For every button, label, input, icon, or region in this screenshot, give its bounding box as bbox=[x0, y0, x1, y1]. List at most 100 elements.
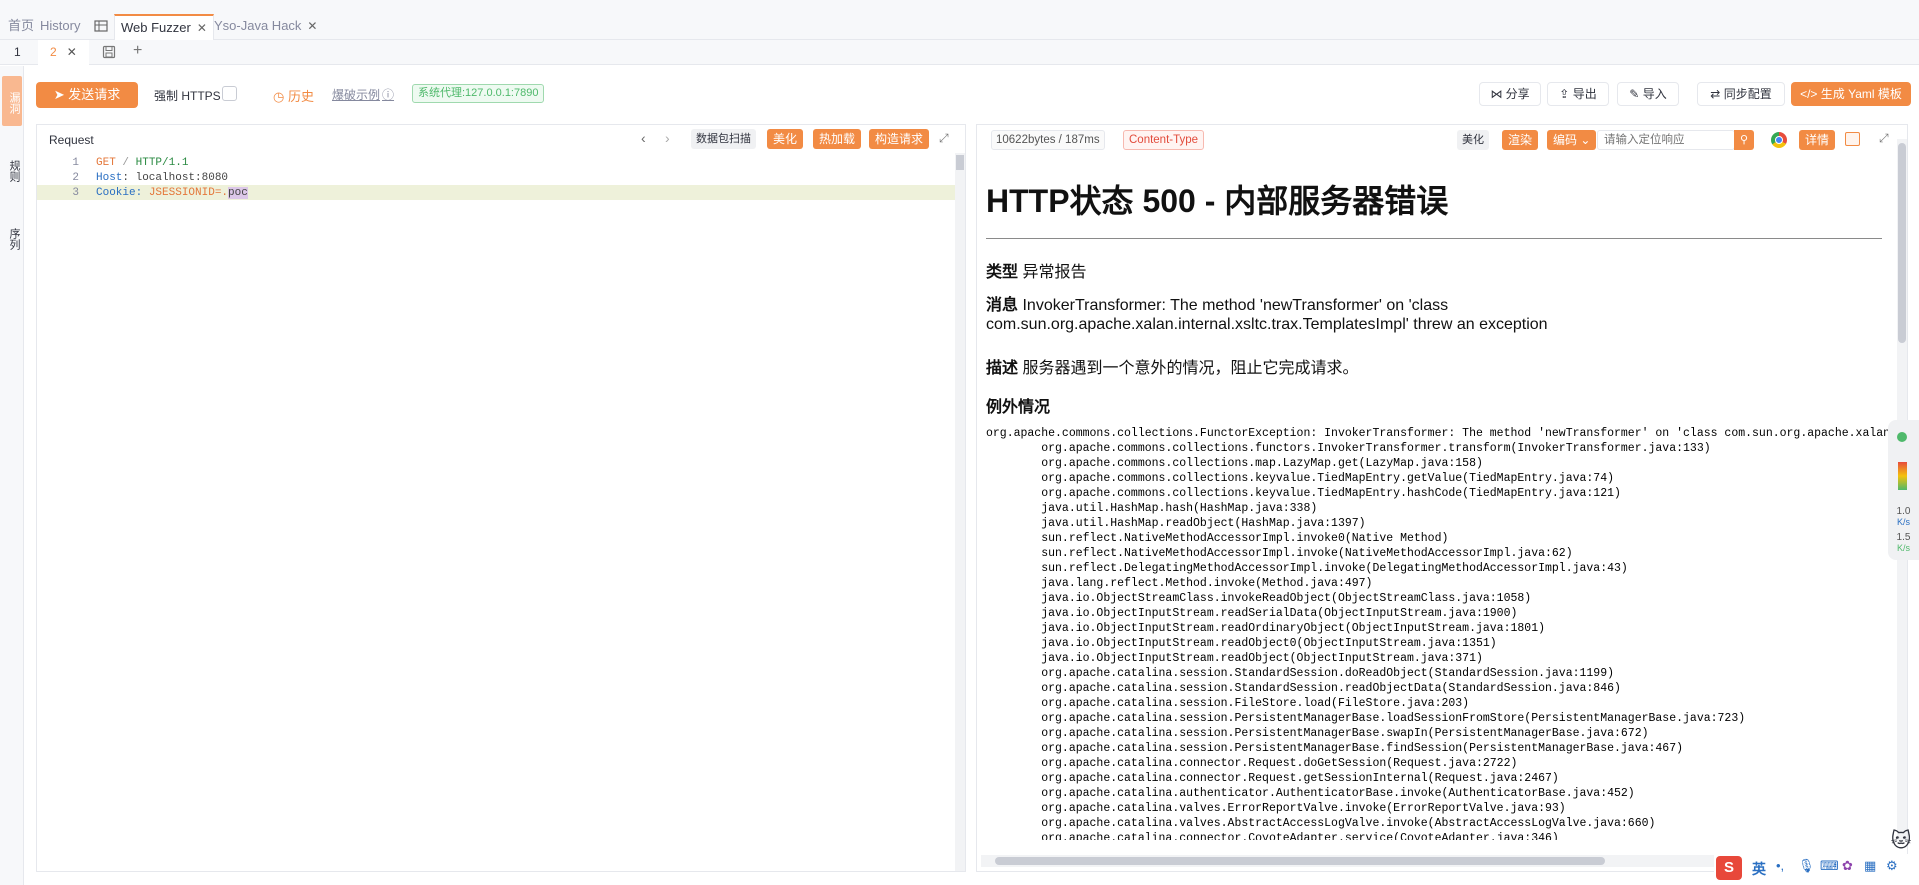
stack-trace-line: org.apache.commons.collections.keyvalue.… bbox=[986, 472, 1615, 485]
send-request-button[interactable]: ➤ 发送请求 bbox=[36, 82, 138, 108]
encode-dropdown[interactable]: 编码 ⌄ bbox=[1547, 130, 1597, 150]
fuzzer-tab-1[interactable]: 1 bbox=[2, 40, 33, 65]
import-button[interactable]: ✎ 导入 bbox=[1617, 82, 1679, 106]
locate-response-field[interactable] bbox=[1598, 131, 1728, 149]
stack-trace-line: org.apache.catalina.authenticator.Authen… bbox=[986, 787, 1635, 800]
stack-trace-line: org.apache.catalina.session.PersistentMa… bbox=[986, 712, 1746, 725]
stack-trace-line: org.apache.catalina.valves.ErrorReportVa… bbox=[986, 802, 1566, 815]
packet-scan-button[interactable]: 数据包扫描 bbox=[691, 129, 756, 149]
scrollbar-thumb[interactable] bbox=[956, 155, 964, 170]
stack-trace-line: sun.reflect.DelegatingMethodAccessorImpl… bbox=[986, 562, 1628, 575]
close-icon[interactable]: ✕ bbox=[67, 45, 77, 59]
mascot-icon: 🐱 bbox=[1890, 830, 1912, 852]
header-key-token: Cookie: bbox=[96, 187, 143, 199]
examples-link[interactable]: 爆破示例 ⓘ bbox=[332, 86, 394, 103]
line-text: GET / HTTP/1.1 bbox=[96, 157, 188, 169]
stack-trace-line: java.io.ObjectStreamClass.invokeReadObje… bbox=[986, 592, 1532, 605]
content-type-badge[interactable]: Content-Type bbox=[1123, 130, 1205, 150]
search-icon[interactable]: ⚲ bbox=[1734, 130, 1754, 150]
beautify-button[interactable]: 美化 bbox=[767, 129, 804, 149]
close-icon[interactable]: ✕ bbox=[307, 19, 317, 33]
history-button[interactable]: ◷ 历史 bbox=[273, 86, 314, 105]
code-line: 2 Host: localhost:8080 bbox=[37, 172, 957, 187]
sync-label: 同步配置 bbox=[1723, 87, 1772, 101]
sync-config-button[interactable]: ⇄ 同步配置 bbox=[1697, 82, 1785, 106]
code-icon: </> bbox=[1800, 87, 1821, 101]
settings-icon[interactable]: ⚙ bbox=[1886, 858, 1898, 874]
request-title: Request bbox=[49, 133, 94, 147]
tab-history[interactable]: History bbox=[34, 14, 86, 40]
chevron-left-icon[interactable]: ‹ bbox=[641, 130, 646, 146]
clock-icon: ◷ bbox=[273, 89, 288, 104]
page-title: HTTP状态 500 - 内部服务器错误 bbox=[986, 183, 1449, 219]
version-token: HTTP/1.1 bbox=[135, 157, 189, 169]
fullscreen-icon[interactable]: ⤢ bbox=[939, 131, 949, 146]
payload-token: poc bbox=[228, 187, 248, 199]
tab-yso-java-hack[interactable]: Yso-Java Hack ✕ bbox=[208, 14, 323, 40]
description-row: 描述 服务器遇到一个意外的情况，阻止它完成请求。 bbox=[986, 354, 1358, 378]
encode-label: 编码 bbox=[1553, 133, 1578, 147]
request-scrollbar[interactable] bbox=[955, 153, 965, 871]
proxy-badge[interactable]: 系统代理:127.0.0.1:7890 bbox=[412, 84, 545, 103]
punctuation-icon[interactable]: •, bbox=[1776, 858, 1784, 873]
request-editor[interactable]: 1 GET / HTTP/1.1 2 Host: localhost:8080 … bbox=[37, 155, 957, 871]
render-button[interactable]: 渲染 bbox=[1502, 130, 1539, 150]
comment-icon[interactable] bbox=[1845, 132, 1860, 146]
share-label: 分享 bbox=[1505, 87, 1530, 101]
stack-trace-line: org.apache.catalina.session.StandardSess… bbox=[986, 682, 1621, 695]
rail-item-sequence[interactable]: 序列 bbox=[2, 216, 22, 262]
rail-item-rules-label: 规则 bbox=[8, 160, 20, 182]
stack-trace-line: java.io.ObjectInputStream.readObject(Obj… bbox=[986, 652, 1483, 665]
stack-trace-line: java.util.HashMap.readObject(HashMap.jav… bbox=[986, 517, 1366, 530]
fuzzer-tab-2[interactable]: 2 ✕ bbox=[38, 40, 89, 65]
stack-trace-line: java.io.ObjectInputStream.readObject0(Ob… bbox=[986, 637, 1497, 650]
export-button[interactable]: ⇪ 导出 bbox=[1547, 82, 1609, 106]
meter-bar bbox=[1898, 462, 1907, 490]
response-panel: 10622bytes / 187ms Content-Type 美化 渲染 编码… bbox=[976, 124, 1908, 872]
stack-trace-line: org.apache.catalina.session.PersistentMa… bbox=[986, 742, 1684, 755]
grid-icon[interactable] bbox=[88, 14, 114, 40]
ime-toolbar[interactable]: S 英 •, 🎙 ⌨ ✿ ▦ ⚙ bbox=[1714, 854, 1919, 882]
add-tab-icon[interactable]: + bbox=[133, 42, 142, 60]
rail-item-vuln[interactable]: 漏洞 bbox=[2, 76, 22, 126]
network-speed-widget[interactable]: 1.0 K/s 1.5 K/s bbox=[1888, 420, 1919, 560]
toolbox-icon[interactable]: ▦ bbox=[1864, 858, 1876, 874]
download-unit: K/s bbox=[1896, 543, 1910, 553]
hotload-button[interactable]: 热加载 bbox=[813, 129, 862, 149]
rail-item-rules[interactable]: 规则 bbox=[2, 148, 22, 194]
save-icon[interactable] bbox=[102, 45, 116, 62]
locate-response-input[interactable] bbox=[1597, 130, 1735, 150]
stack-trace-line: sun.reflect.NativeMethodAccessorImpl.inv… bbox=[986, 532, 1449, 545]
chevron-right-icon[interactable]: › bbox=[665, 130, 670, 146]
fuzzer-toolbar: ➤ 发送请求 强制 HTTPS ◷ 历史 爆破示例 ⓘ 系统代理:127.0.0.… bbox=[24, 66, 1919, 122]
scrollbar-thumb[interactable] bbox=[1898, 143, 1906, 343]
share-button[interactable]: ⋈ 分享 bbox=[1479, 82, 1541, 106]
export-label: 导出 bbox=[1572, 87, 1597, 101]
close-icon[interactable]: ✕ bbox=[197, 21, 207, 35]
chrome-icon[interactable] bbox=[1771, 132, 1787, 148]
skin-icon[interactable]: ✿ bbox=[1842, 858, 1853, 874]
force-https-checkbox[interactable] bbox=[222, 86, 237, 101]
chevron-down-icon: ⌄ bbox=[1577, 133, 1591, 147]
ime-language[interactable]: 英 bbox=[1752, 859, 1766, 879]
fullscreen-icon[interactable]: ⤢ bbox=[1879, 131, 1889, 146]
generate-yaml-button[interactable]: </> 生成 Yaml 模板 bbox=[1791, 82, 1911, 106]
type-value: 异常报告 bbox=[1022, 264, 1087, 281]
share-icon: ⋈ bbox=[1490, 87, 1506, 101]
tab-yso-label: Yso-Java Hack bbox=[214, 18, 302, 33]
force-https-label: 强制 HTTPS bbox=[154, 89, 221, 103]
scrollbar-thumb[interactable] bbox=[995, 857, 1605, 865]
details-button[interactable]: 详情 bbox=[1799, 130, 1836, 150]
import-label: 导入 bbox=[1642, 87, 1667, 101]
sync-icon: ⇄ bbox=[1710, 87, 1724, 101]
main-tab-bar: 首页 History Web Fuzzer ✕ Yso-Java Hack ✕ bbox=[0, 0, 1919, 40]
description-value: 服务器遇到一个意外的情况，阻止它完成请求。 bbox=[1022, 360, 1359, 377]
response-size-badge: 10622bytes / 187ms bbox=[991, 130, 1105, 150]
tab-web-fuzzer[interactable]: Web Fuzzer ✕ bbox=[114, 14, 214, 40]
response-beautify-button[interactable]: 美化 bbox=[1457, 130, 1489, 150]
microphone-icon[interactable]: 🎙 bbox=[1798, 858, 1815, 874]
line-text: Host: localhost:8080 bbox=[96, 172, 228, 184]
construct-request-button[interactable]: 构造请求 bbox=[869, 129, 930, 149]
history-label: 历史 bbox=[287, 89, 314, 104]
keyboard-icon[interactable]: ⌨ bbox=[1820, 858, 1839, 874]
